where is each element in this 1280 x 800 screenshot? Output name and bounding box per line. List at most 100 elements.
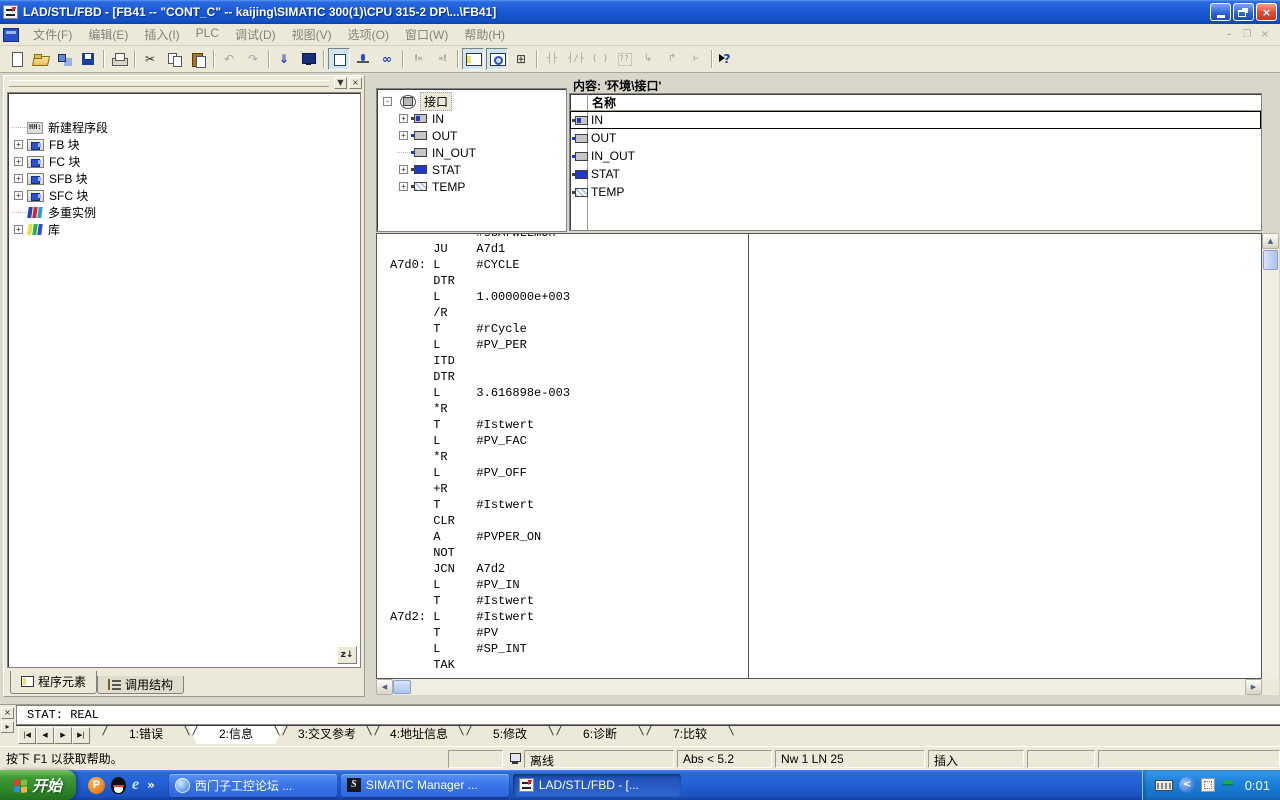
- panel-grip[interactable]: [9, 80, 329, 87]
- expand-box-icon[interactable]: +: [399, 182, 408, 191]
- tab-last-button[interactable]: ▶|: [72, 727, 90, 744]
- panel-header[interactable]: ▼ ×: [4, 76, 364, 90]
- mdi-restore-button[interactable]: ❐: [1240, 29, 1254, 40]
- table-row-3[interactable]: STAT: [570, 165, 1261, 183]
- expand-box-icon[interactable]: +: [399, 114, 408, 123]
- expand-box-icon[interactable]: +: [14, 225, 23, 234]
- tree-item-5[interactable]: 多重实例: [12, 204, 356, 221]
- mdi-close-button[interactable]: ×: [1258, 29, 1272, 40]
- menu-item-2[interactable]: 插入(I): [136, 23, 187, 46]
- new-network-button[interactable]: ⊞: [510, 48, 532, 70]
- expand-box-icon[interactable]: +: [399, 165, 408, 174]
- vertical-scrollbar[interactable]: ▲ ▼: [1262, 233, 1279, 695]
- scroll-up-button[interactable]: ▲: [1262, 233, 1279, 249]
- message-tab-3[interactable]: 3:交叉参考: [278, 726, 376, 744]
- minimize-button[interactable]: [1210, 3, 1231, 21]
- open-button[interactable]: [29, 48, 51, 70]
- help-pointer-button[interactable]: ?: [716, 48, 738, 70]
- menu-item-4[interactable]: 调试(D): [227, 23, 284, 46]
- panel-tab-1[interactable]: 调用结构: [97, 676, 184, 694]
- collapse-box-icon[interactable]: -: [383, 97, 392, 106]
- mdi-minimize-button[interactable]: –: [1222, 29, 1236, 40]
- tree-item-3[interactable]: +SFB 块: [12, 170, 356, 187]
- redo-button[interactable]: ↷: [242, 48, 264, 70]
- tree-item-1[interactable]: +FB 块: [12, 136, 356, 153]
- nc-contact-button[interactable]: ┤/├: [565, 48, 587, 70]
- expand-box-icon[interactable]: +: [14, 191, 23, 200]
- close-button[interactable]: ×: [1256, 3, 1277, 21]
- tab-prev-button[interactable]: ◀: [36, 727, 54, 744]
- restore-button[interactable]: [1233, 3, 1254, 21]
- coil-button[interactable]: ( ): [589, 48, 611, 70]
- task-button-2[interactable]: LAD/STL/FBD - [...: [513, 774, 681, 797]
- open-branch-button[interactable]: ↳: [637, 48, 659, 70]
- menu-item-0[interactable]: 文件(F): [25, 23, 80, 46]
- menu-item-1[interactable]: 编辑(E): [80, 23, 136, 46]
- tree-item-6[interactable]: +库: [12, 221, 356, 238]
- panel-dropdown-button[interactable]: ▼: [334, 77, 347, 89]
- copy-button[interactable]: [163, 48, 185, 70]
- message-expand-button[interactable]: ▸: [1, 721, 14, 733]
- message-tab-1[interactable]: 1:错误: [98, 726, 194, 744]
- tab-next-button[interactable]: ▶: [54, 727, 72, 744]
- quicklaunch-ie-icon[interactable]: e: [132, 776, 139, 794]
- menu-item-8[interactable]: 帮助(H): [456, 23, 513, 46]
- interface-item-3[interactable]: +STAT: [381, 161, 566, 178]
- table-row-0[interactable]: IN: [570, 111, 1261, 129]
- stl-code-pane[interactable]: = #sbArwLLmOn JU A7d1 A7d0: L #CYCLE DTR…: [376, 233, 1262, 679]
- stl-code[interactable]: = #sbArwLLmOn JU A7d1 A7d0: L #CYCLE DTR…: [377, 233, 1261, 673]
- new-button[interactable]: [5, 48, 27, 70]
- quicklaunch-player-icon[interactable]: P: [88, 777, 105, 794]
- close-branch-button[interactable]: ↱: [661, 48, 683, 70]
- menu-item-6[interactable]: 选项(O): [340, 23, 397, 46]
- menu-item-3[interactable]: PLC: [188, 23, 227, 46]
- mdi-child-icon[interactable]: [3, 28, 19, 42]
- task-button-0[interactable]: 西门子工控论坛 ...: [169, 774, 337, 797]
- quicklaunch-more-icon[interactable]: »: [147, 778, 155, 792]
- comment-column-divider[interactable]: [748, 234, 749, 678]
- input-method-icon[interactable]: [1201, 778, 1215, 792]
- start-button[interactable]: 开始: [0, 770, 76, 800]
- message-tab-6[interactable]: 6:诊断: [552, 726, 648, 744]
- next-error-button[interactable]: »!: [431, 48, 453, 70]
- interface-item-0[interactable]: +IN: [381, 110, 566, 127]
- panel-close-button[interactable]: ×: [349, 77, 362, 89]
- menu-item-5[interactable]: 视图(V): [284, 23, 340, 46]
- table-row-2[interactable]: IN_OUT: [570, 147, 1261, 165]
- antivirus-umbrella-icon[interactable]: ☂: [1221, 776, 1234, 794]
- horizontal-scroll-thumb[interactable]: [393, 680, 411, 694]
- accessible-nodes-button[interactable]: [297, 48, 319, 70]
- undo-button[interactable]: ↶: [218, 48, 240, 70]
- column-header-name[interactable]: 名称: [570, 94, 1261, 111]
- open-block-button[interactable]: [53, 48, 75, 70]
- tree-item-2[interactable]: +FC 块: [12, 153, 356, 170]
- task-button-1[interactable]: SSIMATIC Manager ...: [341, 774, 509, 797]
- save-button[interactable]: [77, 48, 99, 70]
- previous-error-button[interactable]: !«: [407, 48, 429, 70]
- message-close-button[interactable]: ×: [1, 707, 14, 719]
- tree-item-0[interactable]: 新建程序段: [12, 119, 356, 136]
- interface-root-row[interactable]: - 接口: [381, 93, 566, 110]
- tab-first-button[interactable]: |◀: [18, 727, 36, 744]
- menu-item-7[interactable]: 窗口(W): [397, 23, 456, 46]
- interface-item-1[interactable]: +OUT: [381, 127, 566, 144]
- print-button[interactable]: [108, 48, 130, 70]
- table-row-1[interactable]: OUT: [570, 129, 1261, 147]
- no-contact-button[interactable]: ┤├: [541, 48, 563, 70]
- t-branch-button[interactable]: ⊢: [685, 48, 707, 70]
- message-tab-2[interactable]: 2:信息: [188, 726, 284, 744]
- interface-item-4[interactable]: +TEMP: [381, 178, 566, 195]
- expand-box-icon[interactable]: +: [14, 174, 23, 183]
- message-tab-5[interactable]: 5:修改: [462, 726, 558, 744]
- horizontal-scroll-track[interactable]: [411, 679, 1245, 695]
- scroll-left-button[interactable]: ◀: [376, 679, 393, 695]
- tree-item-4[interactable]: +SFC 块: [12, 187, 356, 204]
- cut-button[interactable]: ✂: [139, 48, 161, 70]
- overview-window-toggle-button[interactable]: [462, 48, 484, 70]
- message-tab-7[interactable]: 7:比较: [642, 726, 738, 744]
- horizontal-scrollbar[interactable]: ◀ ▶: [376, 679, 1262, 695]
- expand-box-icon[interactable]: +: [399, 131, 408, 140]
- symbol-representation-button[interactable]: [352, 48, 374, 70]
- vertical-scroll-thumb[interactable]: [1263, 250, 1278, 270]
- download-button[interactable]: ⇓: [273, 48, 295, 70]
